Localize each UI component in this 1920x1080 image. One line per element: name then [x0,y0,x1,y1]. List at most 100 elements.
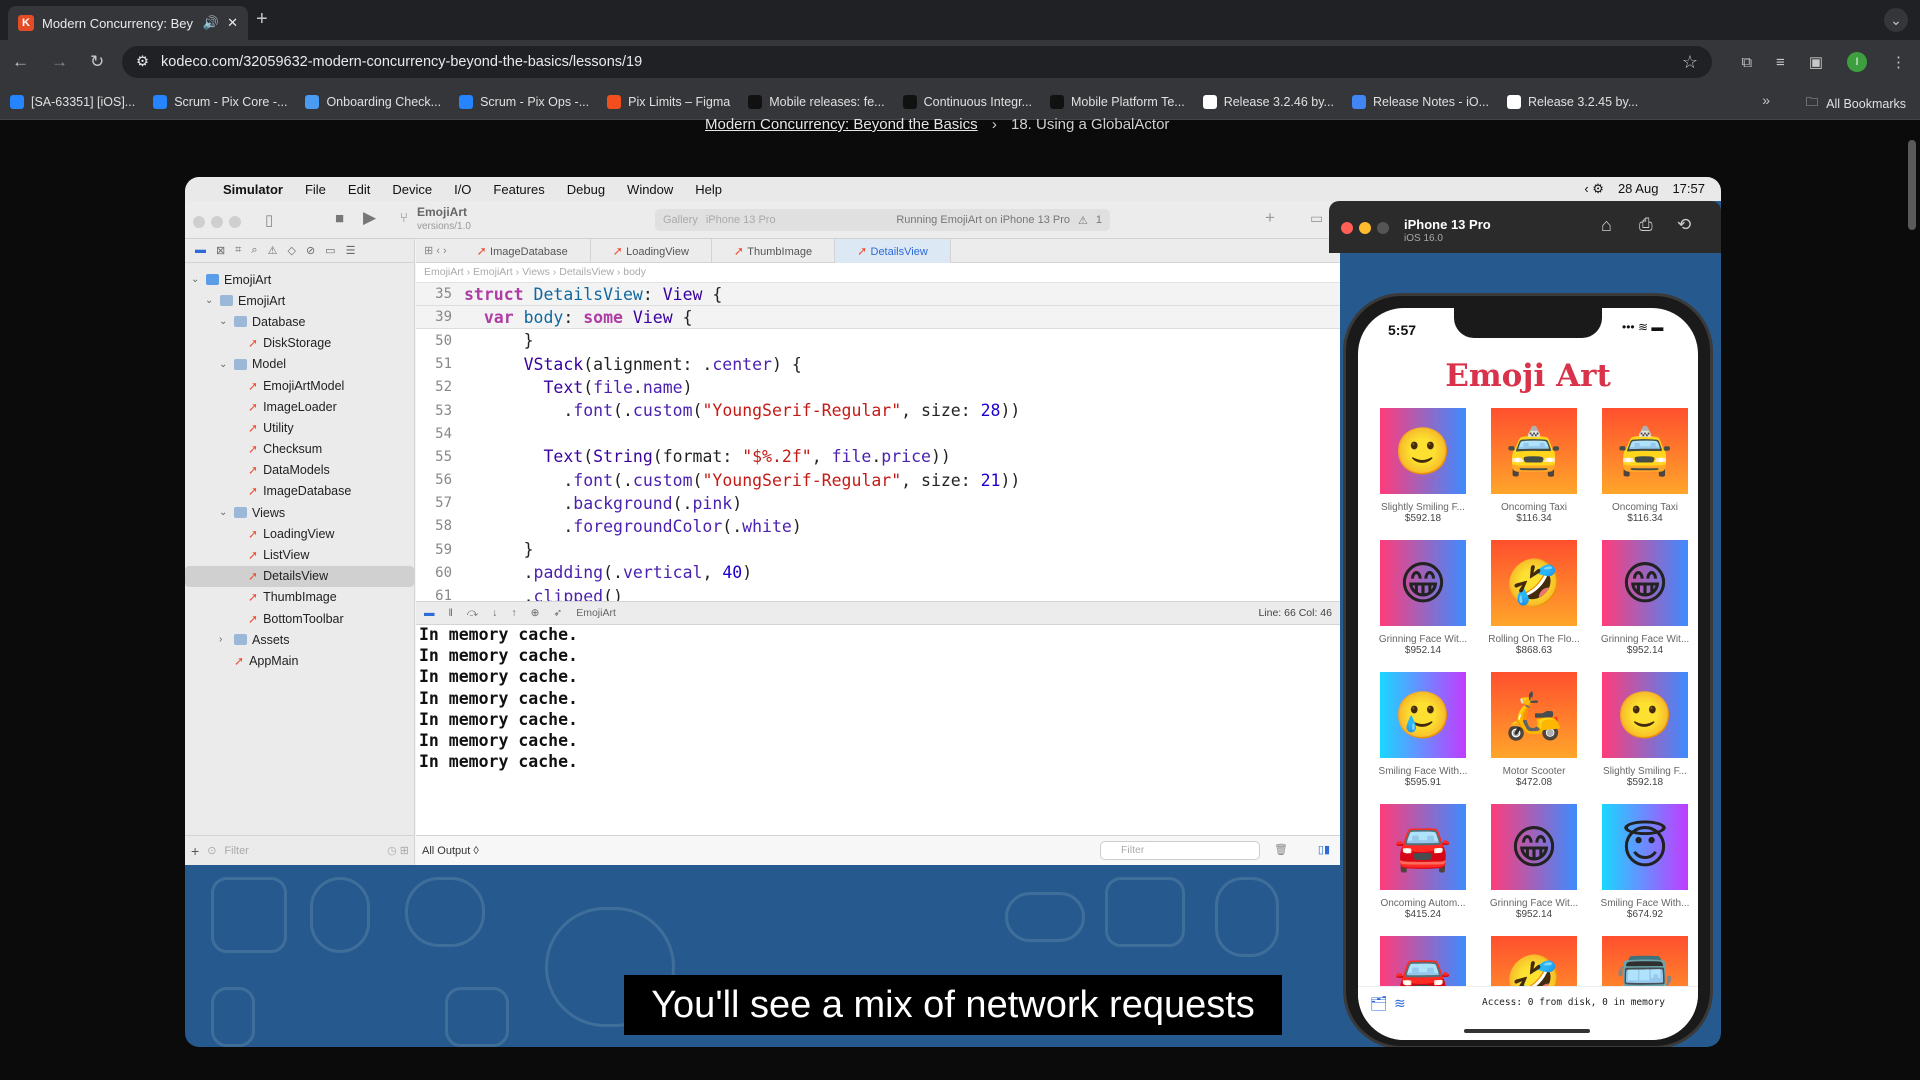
bookmark-item[interactable]: Release 3.2.45 by... [1506,94,1638,109]
browser-menu-icon[interactable]: ⋮ [1891,53,1906,71]
emoji-cell[interactable]: 😁 Grinning Face Wit... $952.14 [1590,540,1698,656]
run-icon[interactable]: ▶ [363,208,376,228]
output-selector[interactable]: All Output ◊ [422,845,479,857]
recent-files-icon[interactable]: ◷ ⊞ [387,844,409,857]
jump-bar-segment[interactable]: EmojiArt [473,266,513,278]
bookmark-item[interactable]: Onboarding Check... [305,94,441,109]
emoji-cell[interactable]: 🚖 Oncoming Taxi $116.34 [1590,408,1698,524]
emoji-cell[interactable]: 🙂 Slightly Smiling F... $592.18 [1368,408,1478,524]
navigator-item[interactable]: ➚ EmojiArtModel [185,375,414,396]
source-control-icon[interactable]: ⊠ [216,244,225,257]
navigator-item[interactable]: ➚ AppMain [185,650,414,671]
jump-bar-segment[interactable]: DetailsView [559,266,614,278]
control-center-icon[interactable]: ‹ ⚙ [1584,181,1604,197]
iphone-screen[interactable]: 5:57 ••• ≋ ▬ Emoji Art 🙂 Slightly Smiling… [1358,308,1698,1040]
emoji-cell[interactable]: 🚘 Oncoming Autom... $415.24 [1368,804,1478,920]
rotate-icon[interactable]: ⟲ [1677,215,1691,235]
menu-help[interactable]: Help [695,182,722,197]
disclosure-icon[interactable]: ⌄ [191,274,201,285]
navigator-item[interactable]: ➚ Utility [185,417,414,438]
emoji-cell[interactable]: 🙂 Slightly Smiling F... $592.18 [1590,672,1698,788]
sim-zoom-button[interactable] [1377,222,1389,234]
sidebar-toggle-icon[interactable]: ▯ [265,211,273,229]
test-icon[interactable]: ◇ [287,244,295,257]
screenshot-icon[interactable]: ⎙ [1639,215,1653,235]
bookmark-item[interactable]: Release 3.2.46 by... [1202,94,1334,109]
step-in-icon[interactable]: ↓ [492,607,497,619]
course-link[interactable]: Modern Concurrency: Beyond the Basics [705,116,978,133]
grid-icon[interactable]: ⊞ ‹ › [416,244,455,257]
navigator-item[interactable]: ⌄ EmojiArt [185,269,414,290]
jump-bar[interactable]: EmojiArt › EmojiArt › Views › DetailsVie… [416,263,1340,283]
disclosure-icon[interactable]: › [219,634,229,645]
disclosure-icon[interactable]: ⌄ [219,359,229,370]
navigator-item[interactable]: ➚ DetailsView [185,565,414,587]
bookmark-item[interactable]: Mobile releases: fe... [748,94,885,109]
media-control-icon[interactable]: ≡ [1776,54,1785,71]
emoji-cell[interactable]: 😇 Smiling Face With... $674.92 [1590,804,1698,920]
navigator-item[interactable]: ⌄ Views [185,502,414,523]
menu-io[interactable]: I/O [454,182,471,197]
navigator-item[interactable]: ➚ LoadingView [185,523,414,544]
side-panel-icon[interactable]: ▣ [1809,53,1823,71]
address-bar[interactable]: ⚙ kodeco.com/32059632-modern-concurrency… [122,46,1712,78]
menu-features[interactable]: Features [493,182,544,197]
navigator-item[interactable]: ➚ ListView [185,544,414,565]
navigator-item[interactable]: ➚ ImageLoader [185,396,414,417]
memory-graph-icon[interactable]: ⊕ [531,607,540,619]
location-arrow-icon[interactable]: ➶ [553,607,562,619]
back-icon[interactable]: ← [12,52,29,72]
activity-view[interactable]: Gallery iPhone 13 Pro Running EmojiArt o… [655,209,1110,231]
menu-window[interactable]: Window [627,182,673,197]
pause-icon[interactable]: ‖ [449,607,453,619]
folder-navigator-icon[interactable]: ▬ [195,244,206,257]
editor-tab[interactable]: ➚ DetailsView [835,238,951,263]
all-bookmarks-button[interactable]: 🗀 All Bookmarks [1806,93,1906,114]
editor-tab[interactable]: ➚ LoadingView [591,238,712,263]
disclosure-icon[interactable]: ⌄ [219,316,229,327]
navigator-item[interactable]: ➚ ThumbImage [185,587,414,608]
breakpoint-icon[interactable]: ▭ [325,244,335,257]
emoji-cell[interactable]: 🚖 Oncoming Taxi $116.34 [1479,408,1589,524]
bookmark-item[interactable]: Continuous Integr... [902,94,1032,109]
console-filter-input[interactable]: Filter [1100,841,1260,860]
sim-close-button[interactable] [1341,222,1353,234]
page-scrollbar[interactable] [1908,140,1916,230]
report-icon[interactable]: ☰ [346,244,356,257]
jump-bar-segment[interactable]: body [623,266,646,278]
layers-icon[interactable]: ≋ [1394,995,1406,1012]
window-close-button[interactable] [193,216,205,228]
emoji-cell[interactable]: 😁 Grinning Face Wit... $952.14 [1368,540,1478,656]
code-area[interactable]: 35 struct DetailsView: View {39 var body:… [416,283,1340,601]
app-menu[interactable]: Simulator [223,182,283,197]
emoji-cell[interactable]: 🛵 Motor Scooter $472.08 [1479,672,1589,788]
navigator-item[interactable]: › Assets [185,629,414,650]
warning-count-icon[interactable]: ⚠ [1078,214,1088,227]
inspector-toggle-icon[interactable]: ▭ [1310,210,1323,227]
forward-icon[interactable]: → [51,52,68,72]
navigator-item[interactable]: ⌄ Model [185,354,414,375]
step-over-icon[interactable]: ⤼ [467,607,478,620]
navigator-item[interactable]: ⌄ EmojiArt [185,290,414,311]
find-icon[interactable]: ⌕ [251,244,257,257]
editor-tab[interactable]: ➚ ThumbImage [712,238,836,263]
window-zoom-button[interactable] [229,216,241,228]
folder-delete-icon[interactable]: 🗂 [1370,995,1388,1012]
add-file-icon[interactable]: + [191,843,199,859]
bookmark-star-icon[interactable]: ☆ [1682,52,1698,73]
home-icon[interactable]: ⌂ [1601,215,1612,236]
disclosure-icon[interactable]: ⌄ [219,507,229,518]
trash-icon[interactable]: 🗑 [1274,843,1288,856]
filter-icon[interactable]: ⊙ [207,844,216,857]
menu-device[interactable]: Device [392,182,432,197]
tab-close-icon[interactable]: ✕ [227,15,238,31]
step-out-icon[interactable]: ↑ [511,607,516,619]
navigator-filter-input[interactable]: Filter [224,845,248,857]
navigator-item[interactable]: ➚ DiskStorage [185,333,414,354]
editor-tab[interactable]: ➚ ImageDatabase [455,238,591,263]
navigator-item[interactable]: ➚ Checksum [185,439,414,460]
emoji-cell[interactable]: 🥲 Smiling Face With... $595.91 [1368,672,1478,788]
speaker-icon[interactable]: 🔊 [203,15,219,31]
navigator-item[interactable]: ➚ DataModels [185,460,414,481]
jump-bar-segment[interactable]: Views [522,266,550,278]
